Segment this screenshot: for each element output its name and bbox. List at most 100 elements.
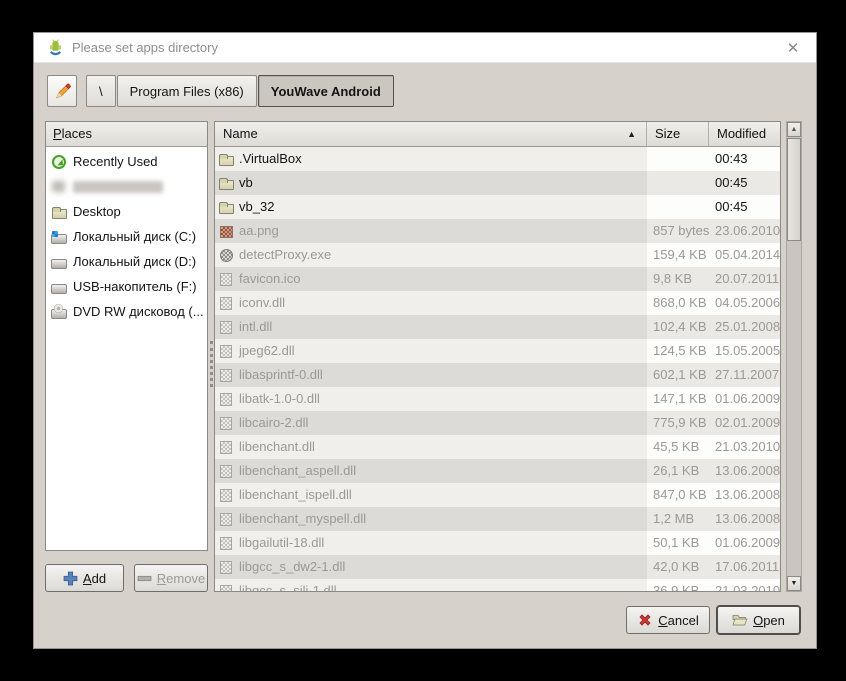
table-row[interactable]: libasprintf-0.dll 602,1 KB 27.11.2007	[215, 363, 780, 387]
file-size: 847,0 KB	[647, 483, 709, 507]
file-type-icon	[218, 559, 234, 575]
table-row[interactable]: detectProxy.exe 159,4 KB 05.04.2014	[215, 243, 780, 267]
table-row[interactable]: libenchant_myspell.dll 1,2 MB 13.06.2008	[215, 507, 780, 531]
path-segment-label: \	[99, 83, 103, 99]
android-app-icon	[50, 39, 61, 56]
file-name: intl.dll	[239, 319, 273, 334]
column-header-modified[interactable]: Modified	[709, 122, 780, 147]
file-size: 26,1 KB	[647, 459, 709, 483]
file-type-icon	[218, 511, 234, 527]
file-list-header: Name ▲ Size Modified	[215, 122, 780, 147]
type-path-button[interactable]	[47, 75, 77, 107]
table-row[interactable]: .VirtualBox 00:43	[215, 147, 780, 171]
file-type-icon	[218, 151, 234, 167]
path-bar: \ Program Files (x86) YouWave Android	[47, 75, 395, 107]
window-title: Please set apps directory	[72, 40, 218, 55]
table-row[interactable]: vb 00:45	[215, 171, 780, 195]
open-folder-icon	[732, 615, 748, 626]
file-name-cell: vb_32	[215, 195, 647, 219]
path-segment-button[interactable]: Program Files (x86)	[116, 75, 257, 107]
table-row[interactable]: libatk-1.0-0.dll 147,1 KB 01.06.2009	[215, 387, 780, 411]
file-name: favicon.ico	[239, 271, 301, 286]
file-name-cell: libasprintf-0.dll	[215, 363, 647, 387]
table-row[interactable]: iconv.dll 868,0 KB 04.05.2006	[215, 291, 780, 315]
pencil-icon	[55, 83, 71, 98]
file-name-cell: libenchant_ispell.dll	[215, 483, 647, 507]
file-name-cell: libcairo-2.dll	[215, 411, 647, 435]
file-modified: 21.03.2010	[709, 435, 780, 459]
add-button[interactable]: Add	[45, 564, 124, 592]
place-item[interactable]: Локальный диск (D:)	[46, 249, 207, 274]
add-button-label: Add	[82, 570, 107, 586]
file-name-cell: favicon.ico	[215, 267, 647, 291]
scrollbar-thumb[interactable]	[787, 138, 801, 241]
table-row[interactable]: libcairo-2.dll 775,9 KB 02.01.2009	[215, 411, 780, 435]
remove-button[interactable]: Remove	[134, 564, 208, 592]
file-size: 102,4 KB	[647, 315, 709, 339]
file-size: 45,5 KB	[647, 435, 709, 459]
table-row[interactable]: libenchant_aspell.dll 26,1 KB 13.06.2008	[215, 459, 780, 483]
vertical-scrollbar[interactable]: ▲ ▼	[786, 121, 802, 592]
minus-icon	[137, 575, 152, 581]
place-icon	[51, 204, 67, 220]
file-name-cell: intl.dll	[215, 315, 647, 339]
table-row[interactable]: libgcc_s_sjlj-1.dll 36,9 KB 21.03.2010	[215, 579, 780, 591]
file-name: libgailutil-18.dll	[239, 535, 325, 550]
places-header[interactable]: Places	[46, 122, 207, 147]
place-item[interactable]: DVD RW дисковод (...	[46, 299, 207, 324]
file-type-icon	[218, 223, 234, 239]
table-row[interactable]: favicon.ico 9,8 KB 20.07.2011	[215, 267, 780, 291]
file-name: vb	[239, 175, 253, 190]
sort-ascending-icon: ▲	[627, 129, 636, 139]
place-icon	[51, 179, 67, 195]
table-row[interactable]: libgcc_s_dw2-1.dll 42,0 KB 17.06.2011	[215, 555, 780, 579]
file-type-icon	[218, 295, 234, 311]
column-header-name[interactable]: Name ▲	[215, 122, 647, 147]
file-size	[647, 195, 709, 219]
file-size: 9,8 KB	[647, 267, 709, 291]
file-name: libcairo-2.dll	[239, 415, 309, 430]
file-modified: 04.05.2006	[709, 291, 780, 315]
pane-resize-grip[interactable]	[210, 341, 213, 387]
column-header-modified-label: Modified	[717, 126, 767, 141]
path-segment-button[interactable]: \	[86, 75, 116, 107]
path-segment-button[interactable]: YouWave Android	[257, 75, 394, 107]
place-item[interactable]: USB-накопитель (F:)	[46, 274, 207, 299]
table-row[interactable]: libgailutil-18.dll 50,1 KB 01.06.2009	[215, 531, 780, 555]
places-list: Recently Used Desktop Локальный диск (C:…	[46, 147, 207, 550]
file-modified: 13.06.2008	[709, 507, 780, 531]
table-row[interactable]: jpeg62.dll 124,5 KB 15.05.2005	[215, 339, 780, 363]
file-name-cell: libgailutil-18.dll	[215, 531, 647, 555]
cancel-button[interactable]: Cancel	[626, 606, 710, 634]
file-type-icon	[218, 583, 234, 591]
file-name: libatk-1.0-0.dll	[239, 391, 320, 406]
scroll-down-icon[interactable]: ▼	[787, 576, 801, 591]
file-type-icon	[218, 319, 234, 335]
scroll-up-icon[interactable]: ▲	[787, 122, 801, 137]
file-name: iconv.dll	[239, 295, 286, 310]
open-button[interactable]: Open	[717, 606, 800, 634]
file-list-panel: Name ▲ Size Modified .VirtualBox 00:43 v…	[214, 121, 781, 592]
file-type-icon	[218, 535, 234, 551]
file-type-icon	[218, 415, 234, 431]
file-name: libasprintf-0.dll	[239, 367, 323, 382]
cancel-button-label: Cancel	[658, 612, 699, 628]
place-item[interactable]	[46, 174, 207, 199]
file-name-cell: libatk-1.0-0.dll	[215, 387, 647, 411]
column-header-size[interactable]: Size	[647, 122, 709, 147]
file-modified: 15.05.2005	[709, 339, 780, 363]
file-name-cell: iconv.dll	[215, 291, 647, 315]
close-icon[interactable]: ✕	[782, 37, 804, 59]
place-item[interactable]: Desktop	[46, 199, 207, 224]
table-row[interactable]: aa.png 857 bytes 23.06.2010	[215, 219, 780, 243]
place-icon	[51, 303, 67, 320]
place-item[interactable]: Recently Used	[46, 149, 207, 174]
file-name-cell: libenchant_aspell.dll	[215, 459, 647, 483]
cancel-x-icon	[639, 614, 651, 626]
table-row[interactable]: libenchant_ispell.dll 847,0 KB 13.06.200…	[215, 483, 780, 507]
table-row[interactable]: vb_32 00:45	[215, 195, 780, 219]
file-modified: 00:45	[709, 195, 780, 219]
place-item[interactable]: Локальный диск (C:)	[46, 224, 207, 249]
table-row[interactable]: intl.dll 102,4 KB 25.01.2008	[215, 315, 780, 339]
table-row[interactable]: libenchant.dll 45,5 KB 21.03.2010	[215, 435, 780, 459]
